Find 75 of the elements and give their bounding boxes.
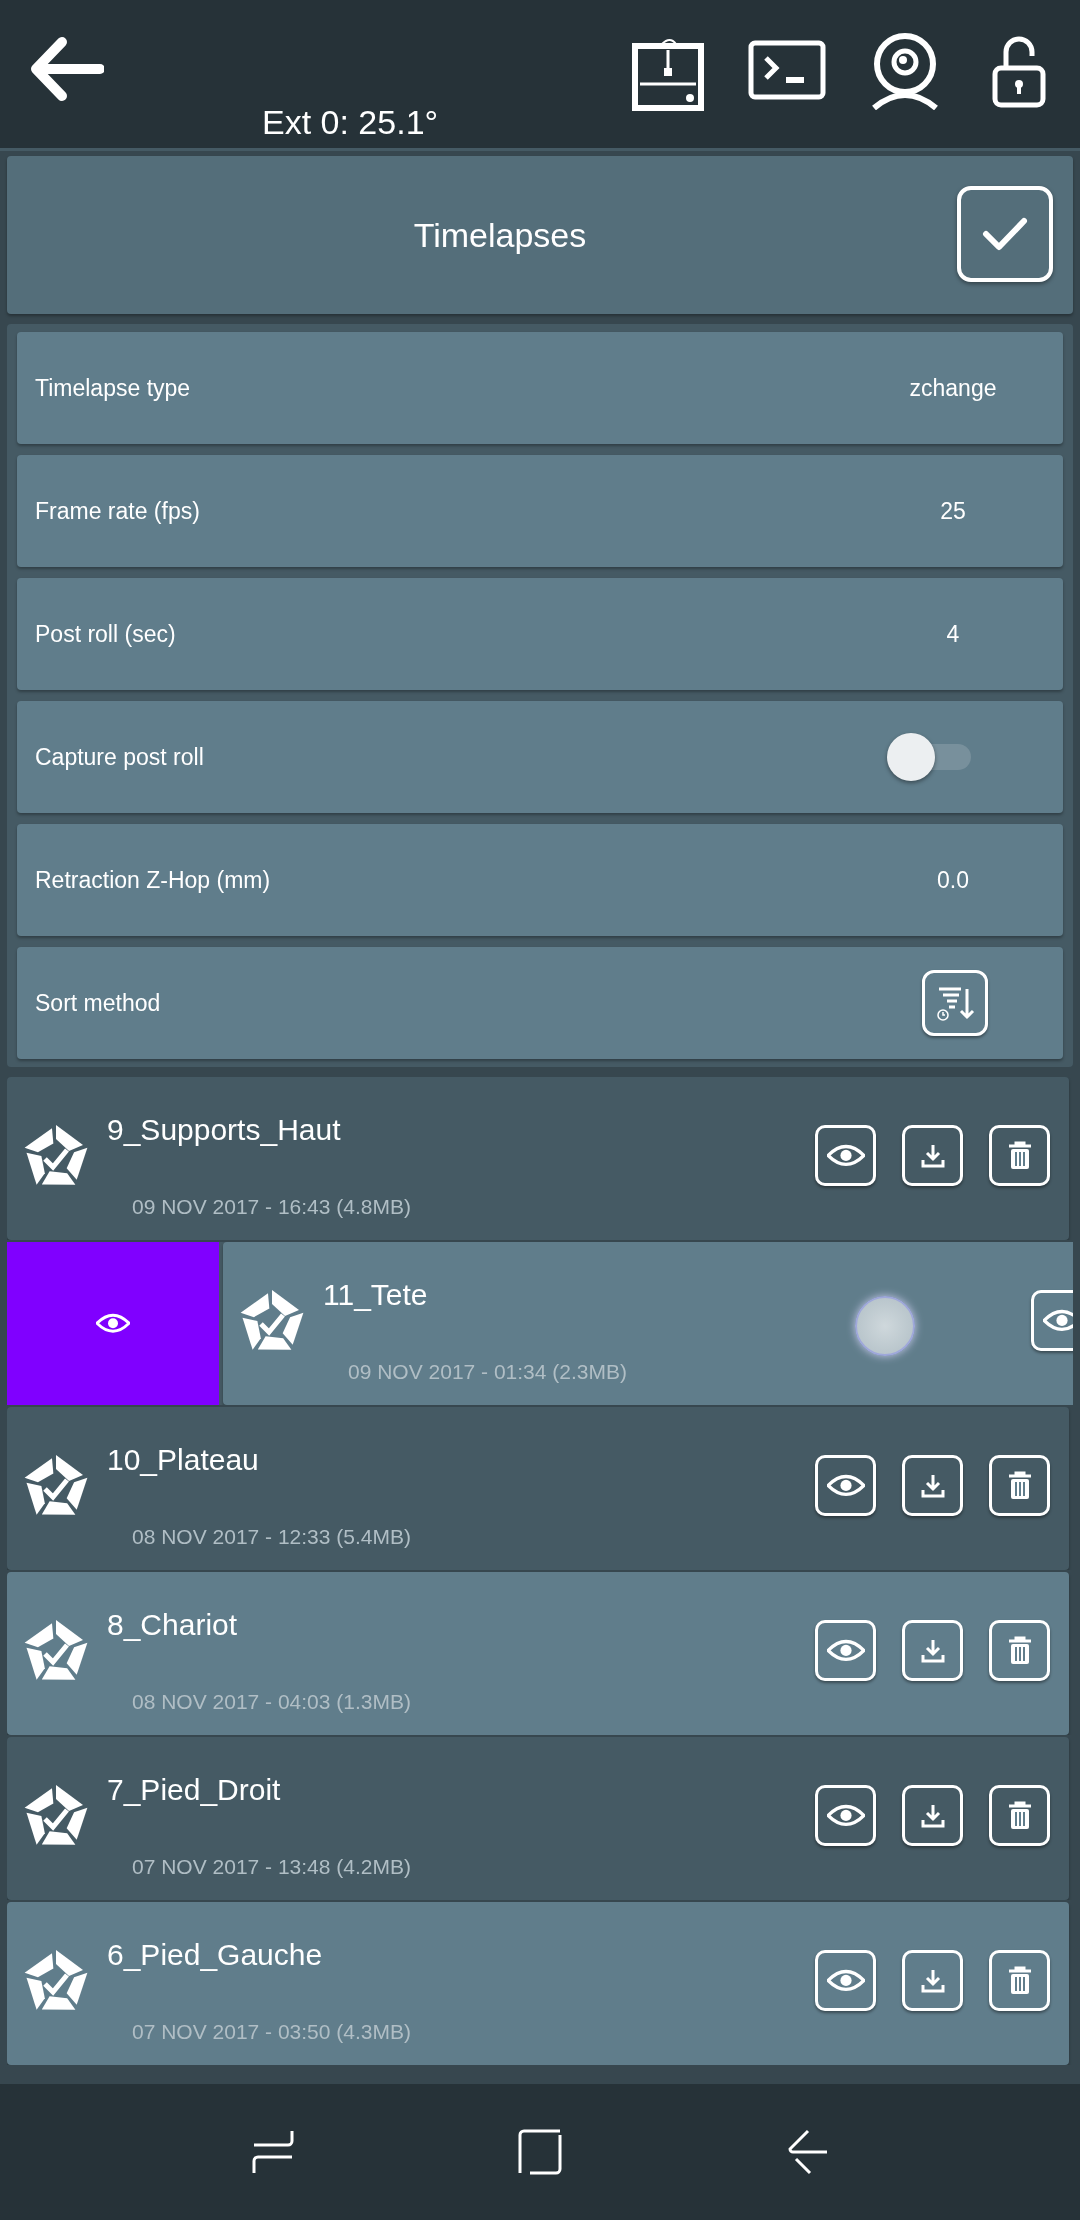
setting-label: Timelapse type <box>35 374 192 402</box>
timelapse-name: 7_Pied_Droit <box>107 1773 281 1807</box>
home-icon[interactable] <box>518 2129 562 2175</box>
recents-icon[interactable] <box>252 2129 294 2175</box>
view-button[interactable] <box>815 1125 876 1186</box>
delete-button[interactable] <box>989 1785 1050 1846</box>
timelapse-name: 11_Tete <box>323 1278 428 1312</box>
timelapse-item[interactable]: 10_Plateau 08 NOV 2017 - 12:33 (5.4MB) <box>7 1407 1069 1570</box>
view-button[interactable] <box>815 1455 876 1516</box>
timelapse-info: 09 NOV 2017 - 16:43 (4.8MB) <box>132 1195 411 1219</box>
setting-value: 25 <box>939 497 967 525</box>
trash-icon <box>1006 1965 1033 1996</box>
trash-icon <box>1006 1800 1033 1831</box>
confirm-button[interactable] <box>957 186 1053 282</box>
timelapse-info: 08 NOV 2017 - 04:03 (1.3MB) <box>132 1690 411 1714</box>
unlocked-padlock-icon[interactable] <box>992 34 1046 108</box>
sort-button[interactable] <box>922 970 988 1036</box>
timelapse-info: 07 NOV 2017 - 13:48 (4.2MB) <box>132 1855 411 1879</box>
timelapse-name: 9_Supports_Haut <box>107 1113 341 1147</box>
delete-button[interactable] <box>989 1455 1050 1516</box>
delete-button[interactable] <box>989 1620 1050 1681</box>
eye-icon <box>826 1804 865 1827</box>
timelapse-name: 10_Plateau <box>107 1443 259 1477</box>
panel-title: Timelapses <box>413 215 587 255</box>
delete-button[interactable] <box>989 1950 1050 2011</box>
setting-label: Capture post roll <box>35 743 205 771</box>
setting-row[interactable]: Capture post roll <box>17 701 1063 813</box>
extruder-temperature: Ext 0: 25.1° <box>262 102 439 142</box>
timelapse-item[interactable]: 8_Chariot 08 NOV 2017 - 04:03 (1.3MB) <box>7 1572 1069 1735</box>
timelapse-name: 8_Chariot <box>107 1608 238 1642</box>
setting-label: Post roll (sec) <box>35 620 177 648</box>
webcam-icon[interactable] <box>870 32 940 110</box>
download-button[interactable] <box>902 1455 963 1516</box>
trash-icon <box>1006 1140 1033 1171</box>
eye-icon <box>826 1144 865 1167</box>
terminal-icon[interactable] <box>748 40 826 100</box>
trash-icon <box>1006 1635 1033 1666</box>
view-button[interactable] <box>815 1950 876 2011</box>
view-button[interactable] <box>815 1785 876 1846</box>
setting-row[interactable]: Post roll (sec) 4 <box>17 578 1063 690</box>
download-button[interactable] <box>902 1125 963 1186</box>
setting-label: Frame rate (fps) <box>35 497 201 525</box>
eye-icon <box>826 1969 865 1992</box>
timelapse-item[interactable]: 6_Pied_Gauche 07 NOV 2017 - 03:50 (4.3MB) <box>7 1902 1069 2065</box>
setting-row[interactable]: Frame rate (fps) 25 <box>17 455 1063 567</box>
printer-icon[interactable] <box>632 36 704 112</box>
delete-button[interactable] <box>989 1125 1050 1186</box>
eye-icon <box>96 1313 130 1334</box>
download-button[interactable] <box>902 1785 963 1846</box>
timelapse-name: 6_Pied_Gauche <box>107 1938 323 1972</box>
timelapse-info: 09 NOV 2017 - 01:34 (2.3MB) <box>348 1360 627 1384</box>
back-button[interactable] <box>28 36 104 102</box>
trash-icon <box>1006 1470 1033 1501</box>
touch-indicator <box>855 1296 915 1356</box>
timelapse-info: 08 NOV 2017 - 12:33 (5.4MB) <box>132 1525 411 1549</box>
setting-row[interactable]: Retraction Z-Hop (mm) 0.0 <box>17 824 1063 936</box>
download-button[interactable] <box>902 1620 963 1681</box>
setting-label: Retraction Z-Hop (mm) <box>35 866 272 894</box>
eye-icon <box>826 1474 865 1497</box>
timelapse-item[interactable]: 11_Tete 09 NOV 2017 - 01:34 (2.3MB) <box>223 1242 1073 1405</box>
checkmark-icon <box>982 217 1028 251</box>
timelapse-item[interactable]: 9_Supports_Haut 09 NOV 2017 - 16:43 (4.8MB) <box>7 1077 1069 1240</box>
setting-row[interactable]: Sort method <box>17 947 1063 1059</box>
setting-value: 4 <box>945 620 961 648</box>
setting-label: Sort method <box>35 989 162 1017</box>
back-nav-icon[interactable] <box>786 2129 828 2175</box>
setting-value: 0.0 <box>936 866 970 894</box>
timelapse-info: 07 NOV 2017 - 03:50 (4.3MB) <box>132 2020 411 2044</box>
download-button[interactable] <box>902 1950 963 2011</box>
setting-row[interactable]: Timelapse type zchange <box>17 332 1063 444</box>
view-button[interactable] <box>815 1620 876 1681</box>
timelapse-item[interactable]: 7_Pied_Droit 07 NOV 2017 - 13:48 (4.2MB) <box>7 1737 1069 1900</box>
eye-icon <box>826 1639 865 1662</box>
eye-icon <box>1042 1309 1073 1332</box>
setting-value: zchange <box>908 374 998 402</box>
